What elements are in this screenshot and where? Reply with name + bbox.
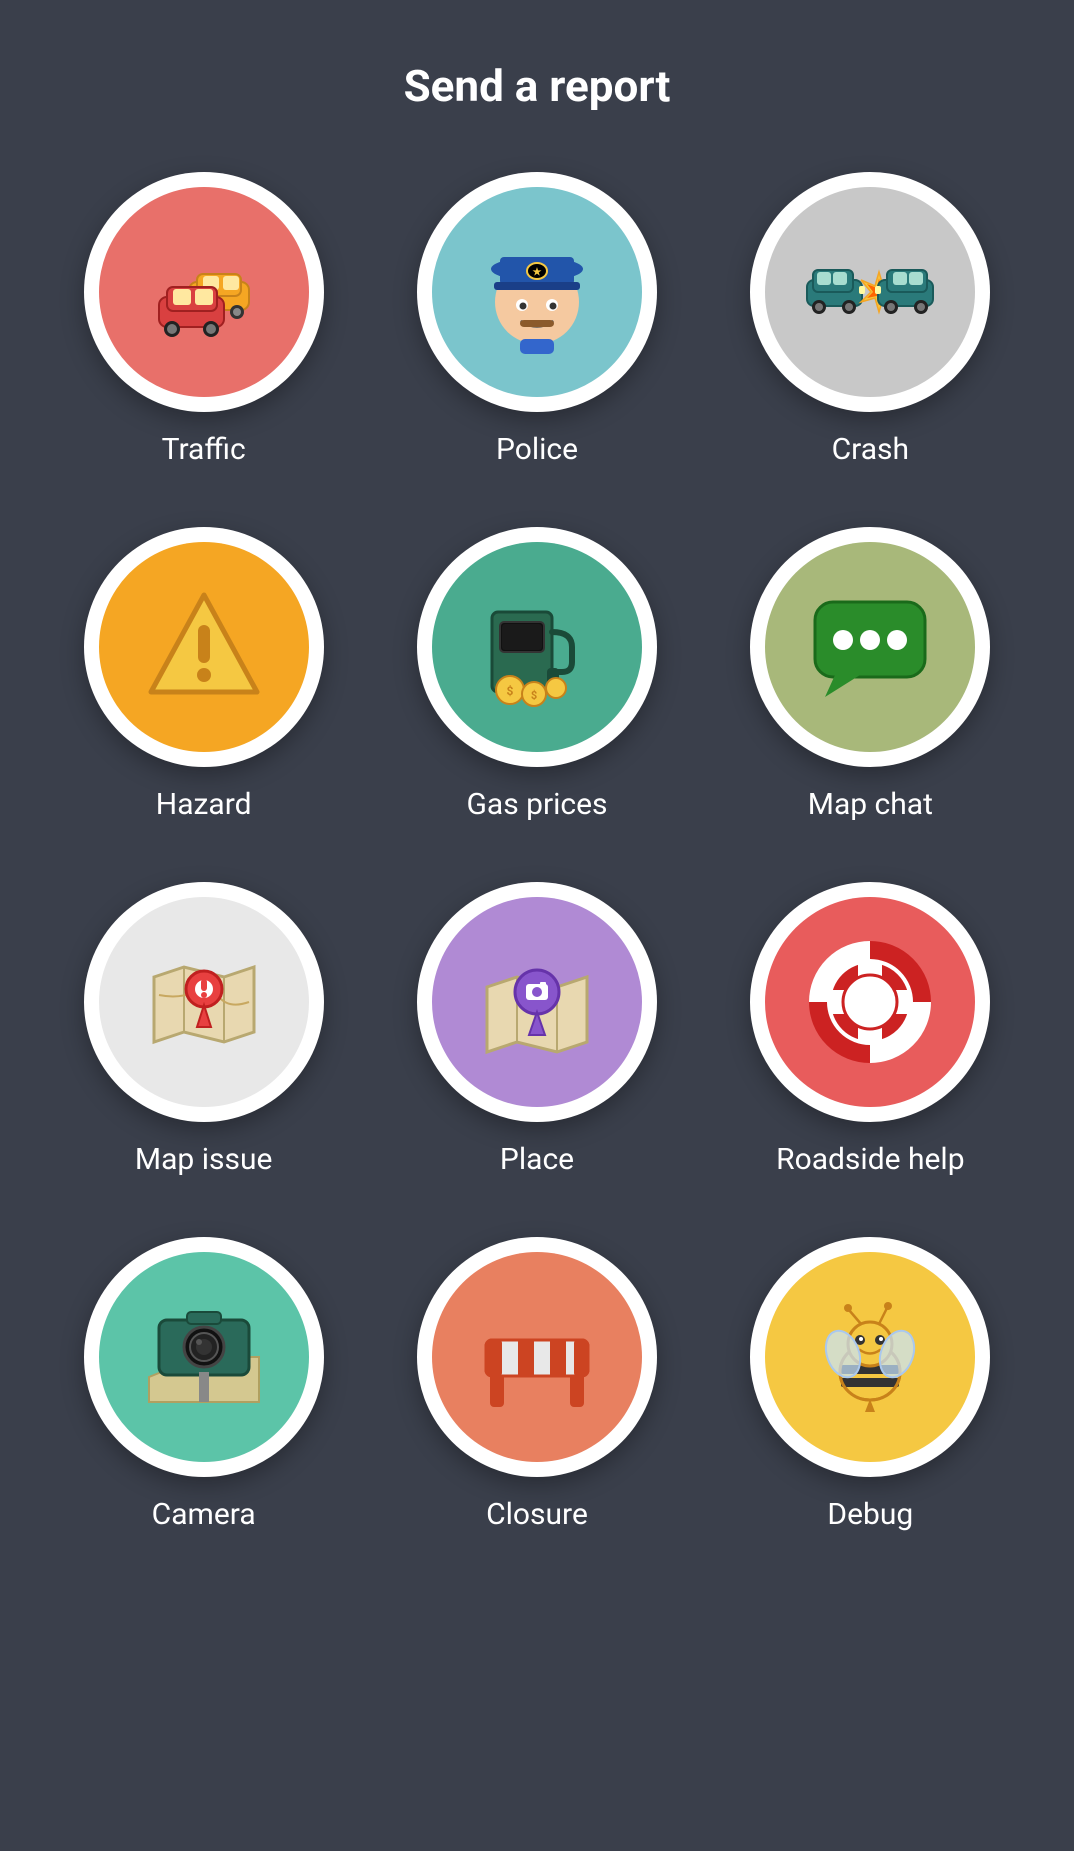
icon-bg-gas: $ $ — [432, 542, 642, 752]
report-item-hazard[interactable]: Hazard — [57, 527, 350, 822]
circle-mapissue — [84, 882, 324, 1122]
circle-police: ★ — [417, 172, 657, 412]
roadside-label: Roadside help — [776, 1142, 964, 1177]
icon-bg-mapissue — [99, 897, 309, 1107]
report-grid: Traffic ★ — [57, 172, 1017, 1532]
icon-bg-crash — [765, 187, 975, 397]
icon-bg-police: ★ — [432, 187, 642, 397]
circle-place — [417, 882, 657, 1122]
svg-text:$: $ — [531, 689, 537, 702]
place-icon — [472, 937, 602, 1067]
circle-debug — [750, 1237, 990, 1477]
icon-bg-place — [432, 897, 642, 1107]
report-item-debug[interactable]: Debug — [724, 1237, 1017, 1532]
report-item-closure[interactable]: Closure — [390, 1237, 683, 1532]
circle-crash — [750, 172, 990, 412]
report-item-police[interactable]: ★ Police — [390, 172, 683, 467]
svg-text:$: $ — [507, 684, 514, 698]
circle-roadside — [750, 882, 990, 1122]
page-title: Send a report — [404, 60, 671, 112]
circle-mapchat — [750, 527, 990, 767]
hazard-icon — [139, 582, 269, 712]
debug-icon — [805, 1292, 935, 1422]
circle-traffic — [84, 172, 324, 412]
camera-icon — [139, 1292, 269, 1422]
police-icon: ★ — [472, 227, 602, 357]
traffic-icon — [139, 227, 269, 357]
mapissue-label: Map issue — [135, 1142, 273, 1177]
circle-closure — [417, 1237, 657, 1477]
icon-bg-debug — [765, 1252, 975, 1462]
police-label: Police — [496, 432, 578, 467]
report-item-place[interactable]: Place — [390, 882, 683, 1177]
crash-icon — [805, 227, 935, 357]
debug-label: Debug — [827, 1497, 913, 1532]
closure-label: Closure — [486, 1497, 588, 1532]
icon-bg-closure — [432, 1252, 642, 1462]
icon-bg-mapchat — [765, 542, 975, 752]
mapchat-icon — [805, 582, 935, 712]
mapchat-label: Map chat — [808, 787, 933, 822]
icon-bg-hazard — [99, 542, 309, 752]
report-item-camera[interactable]: Camera — [57, 1237, 350, 1532]
report-item-mapchat[interactable]: Map chat — [724, 527, 1017, 822]
report-item-crash[interactable]: Crash — [724, 172, 1017, 467]
svg-text:★: ★ — [533, 267, 542, 278]
circle-gas: $ $ — [417, 527, 657, 767]
roadside-icon — [805, 937, 935, 1067]
gas-icon: $ $ — [472, 582, 602, 712]
circle-hazard — [84, 527, 324, 767]
mapissue-icon — [139, 937, 269, 1067]
icon-bg-traffic — [99, 187, 309, 397]
crash-label: Crash — [832, 432, 909, 467]
hazard-label: Hazard — [156, 787, 252, 822]
closure-icon — [472, 1292, 602, 1422]
circle-camera — [84, 1237, 324, 1477]
report-item-gas[interactable]: $ $ Gas prices — [390, 527, 683, 822]
report-item-mapissue[interactable]: Map issue — [57, 882, 350, 1177]
report-item-traffic[interactable]: Traffic — [57, 172, 350, 467]
traffic-label: Traffic — [162, 432, 246, 467]
icon-bg-roadside — [765, 897, 975, 1107]
place-label: Place — [500, 1142, 574, 1177]
report-item-roadside[interactable]: Roadside help — [724, 882, 1017, 1177]
icon-bg-camera — [99, 1252, 309, 1462]
camera-label: Camera — [152, 1497, 256, 1532]
gas-label: Gas prices — [466, 787, 607, 822]
